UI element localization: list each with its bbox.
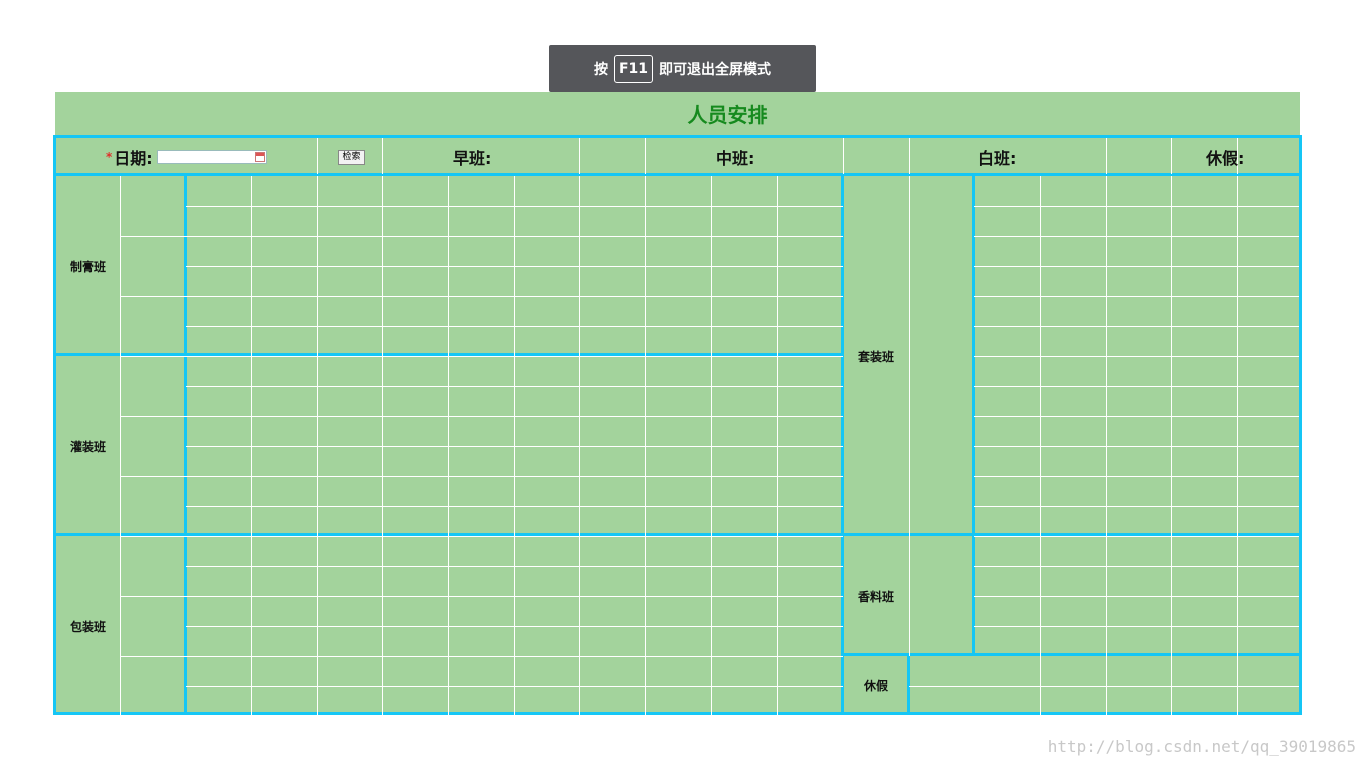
grid-line (1171, 138, 1172, 174)
grid-line (974, 326, 1299, 327)
grid-line (186, 386, 843, 387)
grid-line (186, 536, 843, 537)
fullscreen-exit-toast: 按 F11 即可退出全屏模式 (549, 45, 816, 92)
group-kit-label: 套装班 (857, 349, 894, 364)
grid-line (186, 596, 843, 597)
grid-line (120, 596, 186, 597)
grid-line (186, 566, 843, 567)
grid-border (843, 653, 1299, 656)
grid-line (974, 296, 1299, 297)
grid-line (974, 506, 1299, 507)
toast-suffix: 即可退出全屏模式 (659, 61, 772, 78)
grid-line (186, 356, 843, 357)
grid-line (120, 476, 186, 477)
grid-line (974, 686, 1299, 687)
group-packing-label: 包装班 (69, 619, 106, 634)
grid-line (909, 686, 974, 687)
grid-line (120, 236, 186, 237)
grid-line (382, 138, 383, 174)
grid-line (1106, 138, 1107, 174)
grid-line (974, 626, 1299, 627)
grid-line (974, 236, 1299, 237)
grid-line (186, 266, 843, 267)
grid-line (974, 356, 1299, 357)
grid-line (120, 416, 186, 417)
calendar-icon[interactable] (255, 152, 265, 162)
grid-line (974, 446, 1299, 447)
grid-line (186, 686, 843, 687)
grid-line (120, 296, 186, 297)
grid-line (843, 138, 844, 174)
grid-line (120, 356, 186, 357)
grid-line (974, 536, 1299, 537)
grid-line (974, 416, 1299, 417)
group-paste-label: 制膏班 (69, 259, 106, 274)
grid-line (120, 536, 186, 537)
grid-line (909, 176, 910, 656)
required-mark: * (106, 150, 113, 164)
grid-line (186, 236, 843, 237)
grid-line (120, 176, 121, 716)
grid-line (186, 446, 843, 447)
group-holiday-label: 休假 (863, 678, 888, 693)
toast-key: F11 (613, 54, 654, 83)
grid-line (909, 138, 910, 174)
day-shift-label: 白班: (978, 149, 1017, 168)
grid-line (974, 566, 1299, 567)
grid-line (974, 386, 1299, 387)
middle-shift-label: 中班: (716, 149, 755, 168)
group-spice-label: 香料班 (857, 589, 894, 604)
grid-line (317, 138, 318, 174)
page-title: 人员安排 (687, 103, 768, 127)
watermark: http://blog.csdn.net/qq_39019865 (1047, 737, 1356, 756)
grid-line (120, 656, 186, 657)
search-button[interactable]: 检索 (338, 150, 365, 165)
grid-line (186, 506, 843, 507)
toast-prefix: 按 (593, 61, 608, 78)
group-filling-label: 灌装班 (69, 439, 106, 454)
grid-line (186, 476, 843, 477)
grid-line (186, 326, 843, 327)
morning-shift-label: 早班: (453, 149, 492, 168)
grid-border (56, 173, 1299, 176)
grid-line (186, 626, 843, 627)
date-input[interactable] (157, 150, 267, 164)
schedule-grid: * 日期: 检索 早班: 中班: 白班: 休假: 制膏班 灌装班 包装班 套装班… (53, 135, 1302, 716)
date-label-wrap: * 日期: (106, 146, 153, 168)
grid-line (186, 656, 843, 657)
grid-line (974, 596, 1299, 597)
grid-line (186, 206, 843, 207)
grid-line (186, 296, 843, 297)
grid-line (974, 206, 1299, 207)
date-label: 日期: (114, 149, 153, 168)
holiday-header-label: 休假: (1206, 149, 1245, 168)
grid-line (186, 416, 843, 417)
grid-line (974, 476, 1299, 477)
grid-line (645, 138, 646, 174)
grid-line (579, 138, 580, 174)
grid-line (974, 266, 1299, 267)
page-title-bar: 人员安排 (55, 92, 1300, 135)
grid-border (972, 174, 975, 654)
grid-border (184, 174, 187, 714)
